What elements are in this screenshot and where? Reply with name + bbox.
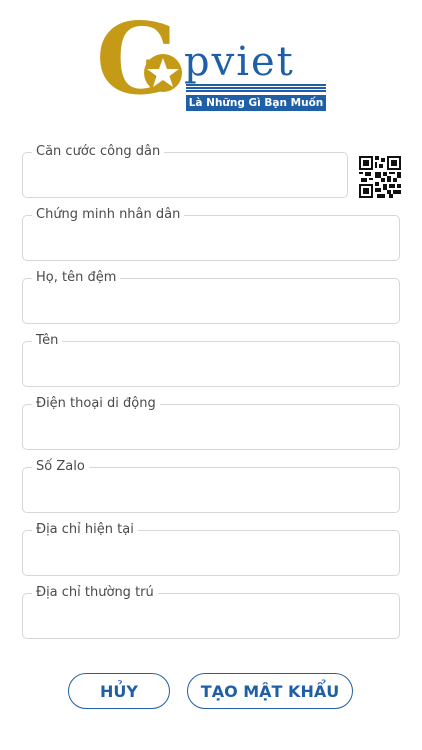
logo-brand-text: pviet: [184, 39, 295, 85]
current-address-input[interactable]: [33, 545, 389, 567]
logo-tagline: Là Những Gì Bạn Muốn: [186, 95, 326, 111]
citizen-id-input[interactable]: [33, 167, 337, 189]
permanent-address-field[interactable]: Địa chỉ thường trú: [22, 584, 400, 639]
qr-code-icon[interactable]: [359, 156, 401, 198]
mobile-phone-input[interactable]: [33, 419, 389, 441]
zalo-number-label: Số Zalo: [32, 458, 89, 476]
zalo-number-field[interactable]: Số Zalo: [22, 458, 400, 513]
mobile-phone-label: Điện thoại di động: [32, 395, 160, 413]
create-password-button[interactable]: TẠO MẬT KHẨU: [187, 673, 353, 709]
id-card-input[interactable]: [33, 230, 389, 252]
id-card-field[interactable]: Chứng minh nhân dân: [22, 206, 400, 261]
citizen-id-label: Căn cước công dân: [32, 143, 165, 161]
permanent-address-input[interactable]: [33, 608, 389, 630]
last-middle-name-input[interactable]: [33, 293, 389, 315]
star-icon: [144, 54, 182, 92]
id-card-label: Chứng minh nhân dân: [32, 206, 185, 224]
cancel-button[interactable]: HỦY: [68, 673, 170, 709]
current-address-label: Địa chỉ hiện tại: [32, 521, 138, 539]
first-name-label: Tên: [32, 332, 63, 350]
brand-logo: G pviet Là Những Gì Bạn Muốn: [96, 11, 328, 111]
citizen-id-field[interactable]: Căn cước công dân: [22, 143, 348, 198]
first-name-field[interactable]: Tên: [22, 332, 400, 387]
permanent-address-label: Địa chỉ thường trú: [32, 584, 158, 602]
first-name-input[interactable]: [33, 356, 389, 378]
current-address-field[interactable]: Địa chỉ hiện tại: [22, 521, 400, 576]
mobile-phone-field[interactable]: Điện thoại di động: [22, 395, 400, 450]
zalo-number-input[interactable]: [33, 482, 389, 504]
logo-stripes: [186, 84, 326, 94]
last-middle-name-field[interactable]: Họ, tên đệm: [22, 269, 400, 324]
last-middle-name-label: Họ, tên đệm: [32, 269, 121, 287]
